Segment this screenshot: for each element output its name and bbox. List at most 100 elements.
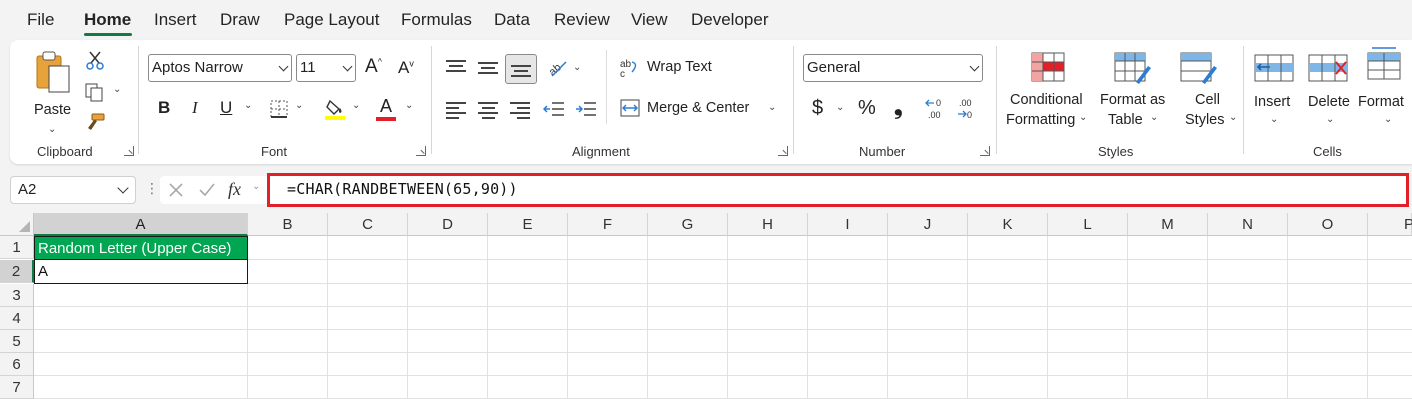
font-name-select[interactable]: Aptos Narrow [148,54,292,82]
row-header-6[interactable]: 6 [0,353,34,376]
number-launcher-icon[interactable] [980,146,990,156]
fill-color-dropdown-icon[interactable]: ⌄ [352,100,360,111]
orientation-icon[interactable]: ab [546,56,570,80]
insert-cells-button[interactable]: Insert ⌄ [1250,50,1300,132]
insert-function-button[interactable]: fx [228,179,241,200]
conditional-formatting-button[interactable]: Conditional Formatting ⌄ [1004,50,1090,132]
column-header-e[interactable]: E [488,213,568,236]
increase-decimal-icon[interactable]: 0 .00 [925,97,951,121]
clipboard-launcher-icon[interactable] [124,146,134,156]
number-format-value: General [807,59,861,76]
bold-button[interactable]: B [158,98,170,118]
number-format-select[interactable]: General [803,54,983,82]
tab-view[interactable]: View [631,10,668,30]
orientation-dropdown-icon[interactable]: ⌄ [573,62,581,73]
column-header-n[interactable]: N [1208,213,1288,236]
delete-cells-button[interactable]: Delete ⌄ [1304,50,1356,132]
percent-button[interactable]: % [858,97,876,120]
font-launcher-icon[interactable] [416,146,426,156]
column-header-c[interactable]: C [328,213,408,236]
tab-data[interactable]: Data [494,10,530,30]
tab-home[interactable]: Home [84,10,131,30]
cancel-icon[interactable] [168,182,184,198]
chevron-down-icon[interactable]: ⌄ [252,181,260,192]
format-painter-icon[interactable] [84,112,106,132]
tab-file[interactable]: File [27,10,54,30]
paste-button[interactable]: Paste ⌄ [28,50,78,135]
tab-developer[interactable]: Developer [691,10,769,30]
column-header-k[interactable]: K [968,213,1048,236]
align-right-icon[interactable] [510,102,530,119]
row-header-4[interactable]: 4 [0,307,34,330]
row-header-7[interactable]: 7 [0,376,34,399]
cut-icon[interactable] [86,50,104,70]
comma-style-button[interactable]: ❟ [894,94,903,120]
chevron-down-icon: ⌄ [1326,114,1335,125]
cell-styles-button[interactable]: Cell Styles ⌄ [1175,50,1237,132]
cell-a2[interactable]: A [34,260,248,284]
borders-dropdown-icon[interactable]: ⌄ [295,100,303,111]
align-top-icon[interactable] [446,60,466,76]
column-header-p[interactable]: P [1368,213,1412,236]
column-header-i[interactable]: I [808,213,888,236]
italic-button[interactable]: I [192,98,198,118]
font-color-button[interactable]: A [376,96,398,122]
select-all-button[interactable] [0,213,34,236]
more-options-icon[interactable]: ⋮ [145,180,159,197]
column-header-f[interactable]: F [568,213,648,236]
font-size-select[interactable]: 11 [296,54,356,82]
borders-icon[interactable] [269,99,289,119]
cell-styles-label: Cell [1195,92,1220,108]
tab-review[interactable]: Review [554,10,610,30]
fill-color-icon[interactable] [324,97,346,121]
row-header-3[interactable]: 3 [0,284,34,307]
underline-button[interactable]: U [220,98,232,118]
svg-text:0: 0 [967,110,972,120]
tab-formulas[interactable]: Formulas [401,10,472,30]
enter-icon[interactable] [198,182,216,198]
grow-font-button[interactable]: A^ [365,56,382,78]
align-middle-icon[interactable] [478,62,498,78]
copy-dropdown-icon[interactable]: ⌄ [113,84,121,95]
copy-icon[interactable] [84,82,106,102]
align-left-icon[interactable] [446,102,466,119]
tab-page-layout[interactable]: Page Layout [284,10,379,30]
column-header-l[interactable]: L [1048,213,1128,236]
shrink-font-button[interactable]: Av [398,58,414,78]
merge-center-button[interactable]: Merge & Center ⌄ [620,96,780,122]
column-header-m[interactable]: M [1128,213,1208,236]
align-center-icon[interactable] [478,102,498,119]
cell-a1[interactable]: Random Letter (Upper Case) [34,236,248,260]
formula-input[interactable]: =CHAR(RANDBETWEEN(65,90)) [267,173,1409,207]
row-header-5[interactable]: 5 [0,330,34,353]
decrease-indent-icon[interactable] [543,100,565,120]
underline-dropdown-icon[interactable]: ⌄ [244,100,252,111]
format-as-table-button[interactable]: Format as Table ⌄ [1098,50,1168,132]
column-header-b[interactable]: B [248,213,328,236]
cell-styles-label-2: Styles [1185,112,1225,128]
tab-draw[interactable]: Draw [220,10,260,30]
column-header-a[interactable]: A [34,213,248,236]
gridline [34,306,1412,307]
merge-center-label: Merge & Center [647,100,750,116]
row-header-2[interactable]: 2 [0,260,34,283]
align-bottom-button[interactable] [505,54,537,84]
decrease-decimal-icon[interactable]: .00 0 [956,97,982,121]
name-box[interactable]: A2 [10,176,136,204]
format-cells-button[interactable]: Format ⌄ [1356,44,1412,132]
chevron-down-icon: ⌄ [768,102,777,113]
column-header-d[interactable]: D [408,213,488,236]
column-header-h[interactable]: H [728,213,808,236]
font-color-dropdown-icon[interactable]: ⌄ [405,100,413,111]
tab-insert[interactable]: Insert [154,10,197,30]
row-header-1[interactable]: 1 [0,236,34,259]
svg-text:0: 0 [936,98,941,108]
column-header-o[interactable]: O [1288,213,1368,236]
column-header-j[interactable]: J [888,213,968,236]
currency-dropdown-icon[interactable]: ⌄ [836,102,844,113]
currency-button[interactable]: $ [812,97,823,120]
increase-indent-icon[interactable] [575,100,597,120]
column-header-g[interactable]: G [648,213,728,236]
wrap-text-button[interactable]: ab c Wrap Text [620,56,730,80]
alignment-launcher-icon[interactable] [778,146,788,156]
